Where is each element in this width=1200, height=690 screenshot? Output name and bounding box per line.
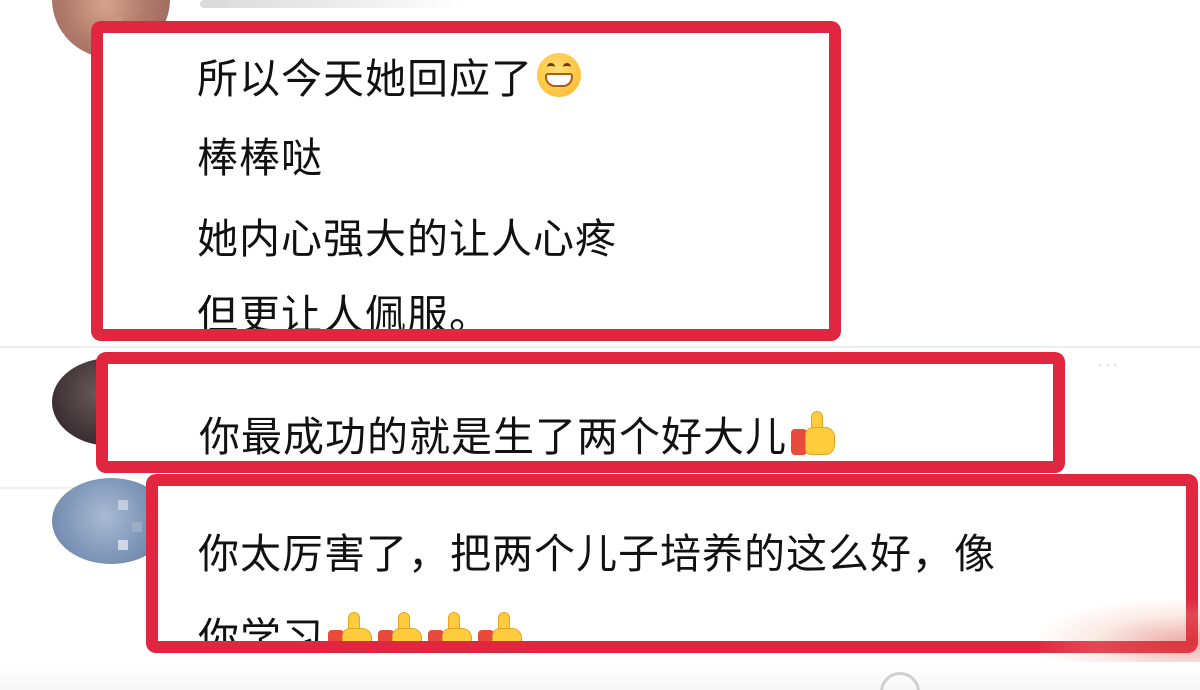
thumbs-up-icon xyxy=(478,612,524,641)
avatar-pixel xyxy=(118,540,128,550)
thumbs-up-icon xyxy=(428,612,474,641)
thumbs-up-icon xyxy=(791,411,837,457)
highlighted-comment: 所以今天她回应了 棒棒哒 她内心强大的让人心疼 但更让人佩服。 xyxy=(91,21,841,341)
comment-line: 棒棒哒 xyxy=(197,134,323,182)
avatar-pixel xyxy=(118,500,128,510)
next-comment-cutoff xyxy=(0,662,1200,690)
thumbs-up-icon xyxy=(378,612,424,641)
comment-line: 她内心强大的让人心疼 xyxy=(197,215,617,263)
comment-line: 但更让人佩服。 xyxy=(197,291,491,339)
more-options-icon[interactable]: ··· xyxy=(1098,358,1120,374)
comment-line: 所以今天她回应了 xyxy=(197,53,581,100)
grinning-face-icon xyxy=(537,53,581,97)
comment-line: 你学习 xyxy=(198,612,524,653)
comment-text: 所以今天她回应了 xyxy=(197,55,533,103)
username-obscured[interactable] xyxy=(200,0,460,8)
comment-screenshot: 所以今天她回应了 棒棒哒 她内心强大的让人心疼 但更让人佩服。 ··· 你最成功… xyxy=(0,0,1200,690)
comment-text: 你学习 xyxy=(198,614,324,653)
comment-text: 你最成功的就是生了两个好大儿 xyxy=(199,413,787,461)
thumbs-up-icon xyxy=(328,612,374,641)
comment-divider xyxy=(0,346,1200,348)
comment-line: 你太厉害了，把两个儿子培养的这么好，像 xyxy=(198,530,996,578)
comment-line: 你最成功的就是生了两个好大儿 xyxy=(199,411,837,458)
highlighted-comment: 你最成功的就是生了两个好大儿 xyxy=(96,352,1065,473)
avatar-pixel xyxy=(132,522,142,532)
background-stain xyxy=(1040,600,1200,670)
